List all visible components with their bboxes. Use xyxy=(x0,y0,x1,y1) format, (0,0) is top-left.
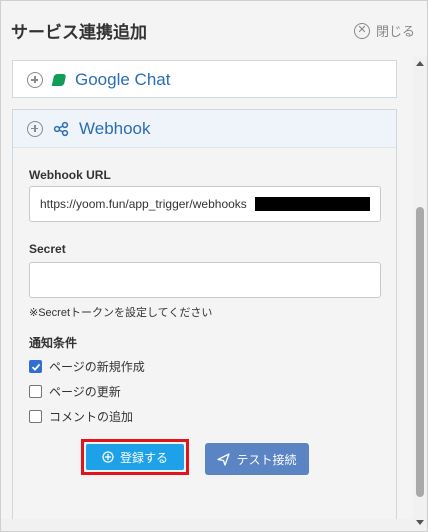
register-button[interactable]: 登録する xyxy=(86,444,184,470)
service-name: Google Chat xyxy=(75,70,171,89)
test-connection-button[interactable]: テスト接続 xyxy=(205,443,309,475)
webhook-url-value: https://yoom.fun/app_trigger/webhooks xyxy=(40,197,247,211)
close-icon: ✕ xyxy=(353,22,370,39)
plus-circle-icon xyxy=(102,451,114,463)
checkbox-unchecked[interactable] xyxy=(29,410,42,423)
expand-icon[interactable] xyxy=(27,120,43,137)
horizontal-scrollbar[interactable] xyxy=(1,519,413,531)
scroll-down-arrow-icon[interactable] xyxy=(416,520,424,525)
service-card-webhook: Webhook Webhook URL https://yoom.fun/app… xyxy=(12,109,397,519)
condition-page-updated[interactable]: ページの更新 xyxy=(29,383,121,400)
redacted-block xyxy=(254,197,370,211)
secret-hint: ※Secretトークンを設定してください xyxy=(29,307,213,319)
condition-comment-added[interactable]: コメントの追加 xyxy=(29,408,133,425)
google-chat-icon xyxy=(51,74,67,86)
secret-input[interactable] xyxy=(29,262,381,298)
vertical-scrollbar[interactable] xyxy=(413,57,427,531)
service-name: Webhook xyxy=(79,118,151,138)
close-label: 閉じる xyxy=(375,24,415,39)
expand-icon[interactable] xyxy=(27,72,43,88)
checkbox-checked[interactable] xyxy=(29,360,42,373)
check-icon xyxy=(31,363,40,371)
service-card-header[interactable]: Webhook xyxy=(13,110,396,148)
scroll-up-arrow-icon[interactable] xyxy=(416,61,424,66)
test-connection-label: テスト接続 xyxy=(236,452,297,467)
register-label: 登録する xyxy=(119,450,168,465)
send-icon xyxy=(217,452,231,466)
condition-label: ページの更新 xyxy=(49,385,121,399)
condition-label: ページの新規作成 xyxy=(49,360,145,374)
dialog-content: Google Chat Webhook Webhook URL https://… xyxy=(1,57,413,519)
checkbox-unchecked[interactable] xyxy=(29,385,42,398)
register-button-highlight: 登録する xyxy=(81,439,189,475)
service-card-header[interactable]: Google Chat xyxy=(13,61,396,99)
close-button[interactable]: ✕ 閉じる xyxy=(353,21,415,40)
secret-label: Secret xyxy=(29,242,66,256)
webhook-url-input[interactable]: https://yoom.fun/app_trigger/webhooks xyxy=(29,186,381,222)
condition-label: コメントの追加 xyxy=(49,410,134,424)
condition-page-created[interactable]: ページの新規作成 xyxy=(29,358,145,375)
dialog-title: サービス連携追加 xyxy=(11,23,147,42)
webhook-icon xyxy=(53,121,69,136)
webhook-url-label: Webhook URL xyxy=(29,168,111,182)
dialog-header: サービス連携追加 ✕ 閉じる xyxy=(1,1,427,57)
scroll-thumb[interactable] xyxy=(416,207,424,497)
conditions-label: 通知条件 xyxy=(29,336,78,350)
service-integration-dialog: サービス連携追加 ✕ 閉じる Google Chat Webhook Webho… xyxy=(0,0,428,532)
service-card-google-chat[interactable]: Google Chat xyxy=(12,60,397,98)
